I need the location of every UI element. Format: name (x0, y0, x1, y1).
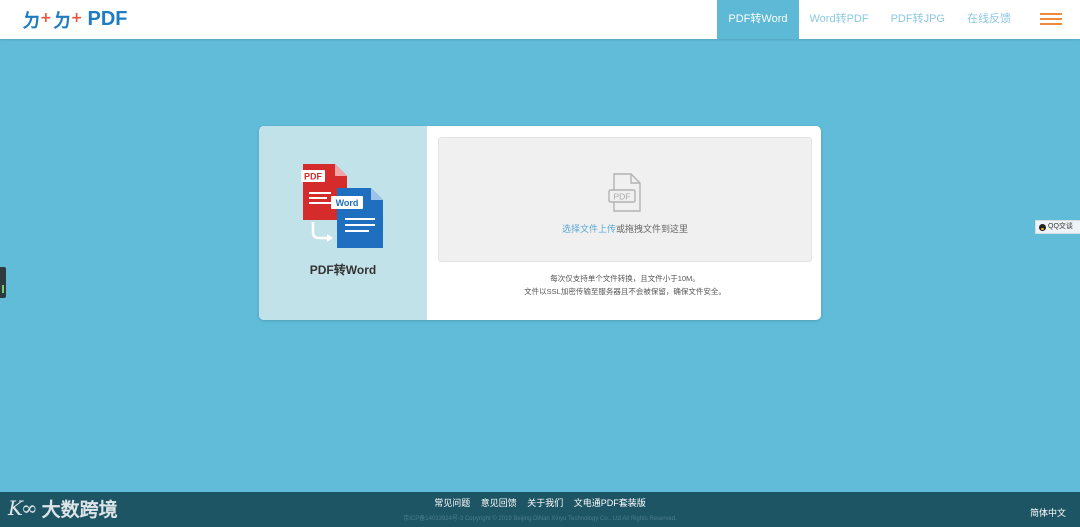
footer: 常见问题 意见回馈 关于我们 文电通PDF套装版 京ICP备14033924号-… (0, 492, 1080, 527)
note-security: 文件以SSL加密传输至服务器且不会被保留，确保文件安全。 (524, 287, 726, 296)
select-file-link[interactable]: 选择文件上传 (562, 224, 616, 234)
top-bar: ㄉ+ ㄉ+ PDF PDF转Word Word转PDF PDF转JPG 在线反馈 (0, 0, 1080, 39)
nav-feedback[interactable]: 在线反馈 (956, 0, 1022, 39)
watermark-logo-icon: K∞ (8, 496, 38, 520)
language-switch[interactable]: 简体中文 (1030, 506, 1066, 519)
main-nav: PDF转Word Word转PDF PDF转JPG 在线反馈 (717, 0, 1080, 39)
pdf-to-word-icon: PDF Word (301, 164, 383, 248)
converter-card: PDF Word PDF转Word PDF 选择文件上传或拖拽文件到这里 每次仅… (259, 126, 821, 320)
tool-title: PDF转Word (309, 263, 377, 277)
watermark-text: 大数跨境 (41, 498, 118, 521)
file-icon-label: PDF (614, 192, 631, 202)
tool-panel: PDF Word PDF转Word (259, 126, 427, 320)
drop-instructions: 选择文件上传或拖拽文件到这里 (439, 222, 811, 235)
upload-notes: 每次仅支持单个文件转换，且文件小于10M。 文件以SSL加密传输至服务器且不会被… (438, 272, 812, 298)
pdf-file-icon: PDF (608, 173, 641, 212)
qq-chat-tab[interactable]: QQ交谈 (1035, 220, 1080, 234)
logo[interactable]: ㄉ+ ㄉ+ PDF (22, 7, 128, 32)
watermark: K∞ 大数跨境 (8, 494, 118, 522)
drag-hint: 或拖拽文件到这里 (616, 224, 689, 234)
side-handle[interactable] (0, 267, 6, 298)
nav-pdf-to-jpg[interactable]: PDF转JPG (880, 0, 956, 39)
file-drop-zone[interactable]: PDF 选择文件上传或拖拽文件到这里 (438, 137, 812, 262)
note-size-limit: 每次仅支持单个文件转换，且文件小于10M。 (550, 274, 700, 283)
footer-link-about[interactable]: 关于我们 (527, 498, 563, 508)
hamburger-menu-icon[interactable] (1022, 0, 1080, 39)
word-badge-text: Word (336, 198, 359, 208)
footer-links: 常见问题 意见回馈 关于我们 文电通PDF套装版 (0, 496, 1080, 509)
logo-mark-icon: ㄉ+ ㄉ+ (22, 9, 82, 32)
qq-icon (1039, 223, 1046, 231)
footer-link-faq[interactable]: 常见问题 (434, 498, 470, 508)
nav-word-to-pdf[interactable]: Word转PDF (799, 0, 880, 39)
pdf-badge-text: PDF (304, 172, 323, 182)
nav-pdf-to-word[interactable]: PDF转Word (717, 0, 799, 39)
logo-text: PDF (87, 7, 128, 30)
footer-link-feedback[interactable]: 意见回馈 (481, 498, 517, 508)
qq-chat-label: QQ交谈 (1048, 223, 1073, 230)
footer-link-suite[interactable]: 文电通PDF套装版 (574, 498, 646, 508)
copyright: 京ICP备14033924号-3 Copyright © 2019 Beijin… (403, 516, 677, 522)
